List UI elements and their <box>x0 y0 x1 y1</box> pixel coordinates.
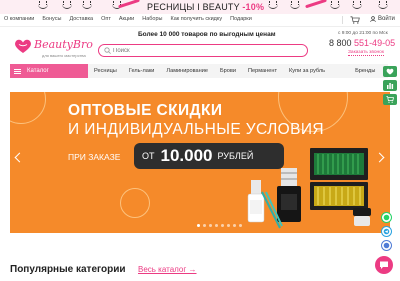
divider <box>342 16 343 24</box>
phone-number[interactable]: 8 800 551-49-05 <box>329 38 395 48</box>
promo-strip[interactable]: РЕСНИЦЫ I BEAUTY -10% <box>0 0 400 14</box>
nav-link-promos[interactable]: Акции <box>119 16 134 22</box>
heart-logo-icon <box>15 39 31 53</box>
banner-subheadline: И ИНДИВИДУАЛЬНЫЕ УСЛОВИЯ <box>68 121 324 138</box>
slide-dot[interactable] <box>215 224 218 227</box>
top-nav: О компании Бонусы Доставка Опт Акции Наб… <box>0 14 400 27</box>
nav-link-bonuses[interactable]: Бонусы <box>42 16 61 22</box>
popular-categories-title: Популярные категории <box>10 264 126 275</box>
promo-banner[interactable]: ОПТОВЫЕ СКИДКИ И ИНДИВИДУАЛЬНЫЕ УСЛОВИЯ … <box>10 92 390 233</box>
menu-icon <box>14 68 21 74</box>
tagline: Более 10 000 товаров по выгодным ценам <box>138 31 276 38</box>
logo-name: BeautyBro <box>34 38 93 51</box>
slide-dot[interactable] <box>209 224 212 227</box>
decor-circle <box>10 92 46 124</box>
promo-discount: -10% <box>242 2 265 12</box>
category-gel-polish[interactable]: Гель-лаки <box>129 68 155 74</box>
nav-link-delivery[interactable]: Доставка <box>69 16 93 22</box>
lash-icon <box>62 1 72 9</box>
lash-icon <box>268 1 278 9</box>
telegram-icon <box>383 228 390 235</box>
category-lashes[interactable]: Ресницы <box>94 68 117 74</box>
all-catalog-link[interactable]: Весь каталог → <box>138 265 197 274</box>
floating-heart-button[interactable] <box>383 66 397 77</box>
banner-threshold-pill: ОТ 10.000 РУБЛЕЙ <box>134 143 284 169</box>
nav-link-discount[interactable]: Как получить скидку <box>171 16 223 22</box>
heart-icon <box>386 68 394 75</box>
brush-icon <box>118 0 140 9</box>
lash-icon <box>290 1 300 9</box>
slide-dot[interactable] <box>203 224 206 227</box>
banner-order-text: ПРИ ЗАКАЗЕ <box>68 152 121 162</box>
slide-dot[interactable] <box>197 224 200 227</box>
login-label: Войти <box>378 16 395 22</box>
category-buy-for-ruble[interactable]: Купи за рубль <box>289 68 325 74</box>
product-tray-yellow <box>310 182 368 210</box>
pill-currency: РУБЛЕЙ <box>217 151 254 161</box>
category-bar: Каталог Ресницы Гель-лаки Ламинирование … <box>10 64 388 78</box>
pill-amount: 10.000 <box>160 146 213 165</box>
cart-icon <box>386 96 394 103</box>
whatsapp-button[interactable] <box>381 212 392 223</box>
nav-link-sets[interactable]: Наборы <box>142 16 162 22</box>
search-bar[interactable] <box>98 44 308 57</box>
slide-dot[interactable] <box>221 224 224 227</box>
category-brands[interactable]: Бренды <box>355 68 375 74</box>
nav-link-gifts[interactable]: Подарки <box>230 16 252 22</box>
lash-icon <box>352 1 362 9</box>
lash-icon <box>82 1 92 9</box>
chat-icon <box>380 261 388 269</box>
lash-icon <box>378 1 388 9</box>
user-icon <box>370 16 376 22</box>
slide-dot[interactable] <box>227 224 230 227</box>
viber-button[interactable] <box>381 240 392 251</box>
promo-text: РЕСНИЦЫ I BEAUTY -10% <box>147 2 264 12</box>
category-brows[interactable]: Брови <box>220 68 236 74</box>
lash-icon <box>38 1 48 9</box>
floating-cart-button[interactable] <box>383 94 397 105</box>
lash-icon <box>330 1 340 9</box>
product-jar <box>353 208 371 226</box>
product-tweezers <box>261 191 283 229</box>
callback-link[interactable]: Заказать звонок <box>348 50 384 56</box>
catalog-button[interactable]: Каталог <box>10 64 88 78</box>
compare-icon <box>387 83 394 89</box>
category-lamination[interactable]: Ламинирование <box>166 68 208 74</box>
floating-compare-button[interactable] <box>383 80 397 91</box>
product-tray-green <box>310 148 368 180</box>
decor-circle <box>120 188 150 218</box>
viber-icon <box>383 242 390 249</box>
category-links: Ресницы Гель-лаки Ламинирование Брови Пе… <box>94 64 387 78</box>
promo-main: РЕСНИЦЫ I BEAUTY <box>147 2 240 12</box>
brush-icon <box>305 0 327 9</box>
work-hours: с 9:00 до 21:00 по Мск <box>338 31 388 36</box>
slide-dot[interactable] <box>233 224 236 227</box>
catalog-label: Каталог <box>27 68 49 74</box>
search-icon[interactable] <box>104 47 111 54</box>
logo-subtitle: для вашего мастерства <box>42 53 86 58</box>
telegram-button[interactable] <box>381 226 392 237</box>
phone-prefix: 8 800 <box>329 38 352 48</box>
prev-slide-arrow[interactable] <box>14 152 25 163</box>
nav-link-wholesale[interactable]: Опт <box>101 16 111 22</box>
pill-from: ОТ <box>142 151 155 161</box>
cart-icon[interactable] <box>350 16 360 24</box>
next-slide-arrow[interactable] <box>374 152 385 163</box>
nav-link-about[interactable]: О компании <box>4 16 34 22</box>
login-button[interactable]: Войти <box>370 16 395 22</box>
banner-headline: ОПТОВЫЕ СКИДКИ <box>68 102 223 119</box>
search-input[interactable] <box>113 46 293 55</box>
chat-button[interactable] <box>375 256 393 274</box>
whatsapp-icon <box>383 214 390 221</box>
top-nav-links: О компании Бонусы Доставка Опт Акции Наб… <box>4 16 252 22</box>
slide-dot[interactable] <box>239 224 242 227</box>
phone-main: 551-49-05 <box>354 38 396 48</box>
category-permanent[interactable]: Перманент <box>248 68 277 74</box>
slide-dots <box>197 224 242 227</box>
logo[interactable]: BeautyBro для вашего мастерства <box>14 36 93 62</box>
